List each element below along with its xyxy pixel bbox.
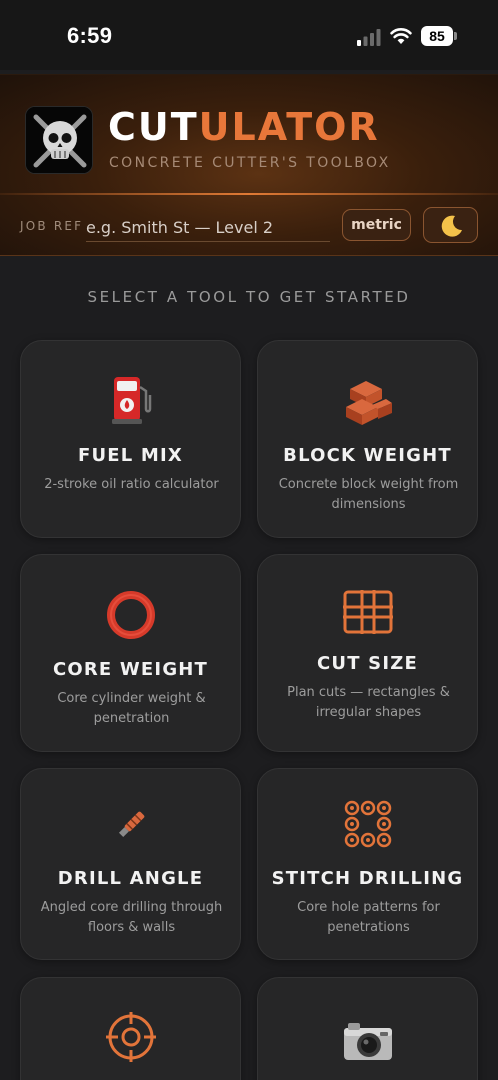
tool-description: Core hole patterns for penetrations — [297, 900, 440, 935]
moon-icon — [441, 215, 462, 237]
app-title-part2: ULATOR — [198, 105, 380, 149]
tool-description: Concrete block weight from dimensions — [278, 477, 459, 512]
tool-card-stitch-drilling[interactable]: STITCH DRILLING Core hole patterns for p… — [257, 768, 478, 960]
tool-description: 2-stroke oil ratio calculator — [44, 477, 219, 492]
fuel-pump-icon — [21, 375, 240, 427]
cellular-signal-icon — [357, 29, 381, 46]
job-ref-label: JOB REF — [20, 219, 84, 233]
bricks-icon — [258, 375, 477, 427]
tool-card-8[interactable] — [257, 977, 478, 1080]
tool-card-fuel-mix[interactable]: FUEL MIX 2-stroke oil ratio calculator — [20, 340, 241, 538]
stitch-pattern-icon — [258, 799, 477, 851]
app-subtitle: CONCRETE CUTTER'S TOOLBOX — [109, 155, 391, 171]
job-ref-input[interactable] — [86, 213, 330, 242]
tool-description: Plan cuts — rectangles & irregular shape… — [287, 685, 450, 720]
tool-card-core-weight[interactable]: CORE WEIGHT Core cylinder weight & penet… — [20, 554, 241, 752]
app-header: CUTULATOR CONCRETE CUTTER'S TOOLBOX JOB … — [0, 74, 498, 256]
wifi-icon — [390, 28, 412, 44]
tool-card-cut-size[interactable]: CUT SIZE Plan cuts — rectangles & irregu… — [257, 554, 478, 752]
header-divider — [0, 193, 498, 195]
battery-indicator: 85 — [421, 26, 458, 46]
tool-title: FUEL MIX — [77, 445, 184, 466]
theme-toggle-button[interactable] — [423, 207, 478, 243]
tool-title: CORE WEIGHT — [52, 659, 209, 680]
status-bar: 6:59 85 — [0, 0, 498, 70]
status-time: 6:59 — [67, 23, 113, 48]
tool-title: BLOCK WEIGHT — [283, 445, 452, 466]
select-tool-heading: SELECT A TOOL TO GET STARTED — [87, 288, 411, 306]
core-ring-icon — [21, 589, 240, 641]
tool-card-drill-angle[interactable]: DRILL ANGLE Angled core drilling through… — [20, 768, 241, 960]
app-title: CUTULATOR — [108, 105, 380, 149]
skull-logo-icon — [25, 106, 93, 174]
tool-description: Angled core drilling through floors & wa… — [40, 900, 223, 935]
tool-description: Core cylinder weight & penetration — [57, 691, 206, 726]
tool-title: STITCH DRILLING — [271, 868, 464, 889]
app-title-part1: CUT — [108, 105, 199, 149]
crosshair-icon — [21, 1010, 240, 1062]
drill-bit-icon — [21, 805, 240, 857]
cut-grid-icon — [258, 589, 477, 641]
tool-title: DRILL ANGLE — [57, 868, 204, 889]
battery-level: 85 — [421, 26, 453, 46]
camera-icon — [258, 1018, 477, 1070]
units-toggle-button[interactable]: metric — [342, 209, 411, 241]
tool-card-block-weight[interactable]: BLOCK WEIGHT Concrete block weight from … — [257, 340, 478, 538]
tool-card-7[interactable] — [20, 977, 241, 1080]
tool-title: CUT SIZE — [317, 653, 418, 674]
